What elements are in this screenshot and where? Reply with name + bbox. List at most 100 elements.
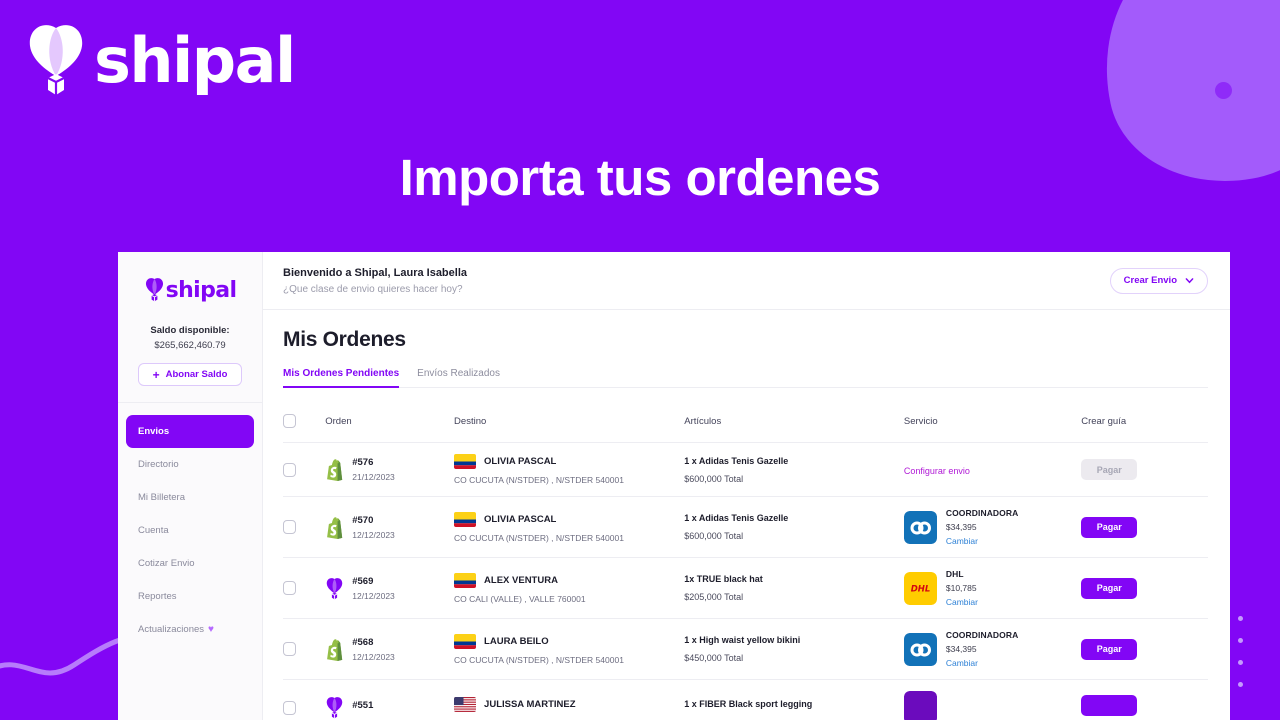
table-header-row: Orden Destino Artículos Servicio Crear g… xyxy=(283,400,1208,443)
pay-button[interactable]: Pagar xyxy=(1081,516,1138,538)
items-cell: 1 x Adidas Tenis Gazelle $600,000 Total xyxy=(684,442,904,497)
pay-button[interactable]: Pagar xyxy=(1081,577,1138,599)
carrier-price: $10,785 xyxy=(945,583,977,593)
configure-shipment-link[interactable]: Configurar envio xyxy=(904,466,970,476)
recipient-address: CO CUCUTA (N/STDER) , N/STDER 540001 xyxy=(454,654,624,665)
sidebar-nav: Envios Directorio Mi Billetera Cuenta Co… xyxy=(118,415,262,646)
change-carrier-link[interactable]: Cambiar xyxy=(946,536,1019,546)
select-all-cell xyxy=(283,400,326,443)
welcome-subtitle: ¿Que clase de envio quieres hacer hoy? xyxy=(283,283,463,295)
recipient-address: CO CUCUTA (N/STDER) , N/STDER 540001 xyxy=(454,532,624,543)
app-window: shipal Saldo disponible: $265,662,460.79… xyxy=(118,252,1230,720)
flag-colombia-icon xyxy=(454,454,477,469)
orders-table: Orden Destino Artículos Servicio Crear g… xyxy=(283,400,1208,720)
pay-button[interactable] xyxy=(1081,694,1138,716)
order-date: 12/12/2023 xyxy=(352,529,395,540)
pay-button[interactable]: Pagar xyxy=(1081,638,1138,660)
add-funds-button[interactable]: + Abonar Saldo xyxy=(138,363,242,386)
row-select-cell xyxy=(283,557,326,619)
carrier-name: DHL xyxy=(945,569,964,579)
row-checkbox[interactable] xyxy=(283,642,296,656)
column-header-servicio: Servicio xyxy=(903,400,1082,443)
service-cell: COORDINADORA $34,395 Cambiar xyxy=(903,618,1082,680)
carrier-details: COORDINADORA $34,395 Cambiar xyxy=(946,630,1019,668)
carrier-price: $34,395 xyxy=(945,522,977,532)
add-funds-label: Abonar Saldo xyxy=(165,369,228,380)
order-number: #569 xyxy=(352,575,374,587)
create-guide-cell: Pagar xyxy=(1081,442,1208,497)
row-checkbox[interactable] xyxy=(283,700,296,715)
row-checkbox[interactable] xyxy=(283,520,296,534)
destination-cell: OLIVIA PASCAL CO CUCUTA (N/STDER) , N/STD… xyxy=(454,442,685,497)
create-guide-cell: Pagar xyxy=(1081,618,1208,680)
sidebar-item-label: Mi Billetera xyxy=(138,492,185,503)
recipient-name: OLIVIA PASCAL xyxy=(484,456,557,467)
destination-cell: JULISSA MARTINEZ xyxy=(454,679,685,720)
welcome-block: Bienvenido a Shipal, Laura Isabella ¿Que… xyxy=(283,267,467,295)
sidebar-item-envios[interactable]: Envios xyxy=(126,415,254,448)
coordinadora-icon xyxy=(903,510,937,544)
balance-label: Saldo disponible: xyxy=(150,325,230,336)
carrier-cell xyxy=(903,691,1081,720)
sidebar-item-label: Envios xyxy=(138,426,170,437)
sidebar-brand-text: shipal xyxy=(165,277,237,303)
sidebar-item-cotizar-envio[interactable]: Cotizar Envio xyxy=(126,547,254,580)
flag-colombia-icon xyxy=(454,572,477,588)
change-carrier-link[interactable]: Cambiar xyxy=(946,597,978,607)
top-bar: Bienvenido a Shipal, Laura Isabella ¿Que… xyxy=(263,252,1230,310)
order-number: #570 xyxy=(352,514,374,526)
table-row: #569 12/12/2023 ALEX VENTURA CO CALI (VALLE… xyxy=(283,557,1208,619)
item-description: 1x TRUE black hat xyxy=(684,574,763,584)
create-guide-cell xyxy=(1081,679,1208,720)
sidebar-item-mi-billetera[interactable]: Mi Billetera xyxy=(126,481,254,514)
carrier-cell: COORDINADORA $34,395 Cambiar xyxy=(903,508,1081,546)
shopify-icon xyxy=(327,459,343,481)
hero-logo: shipal xyxy=(24,22,296,100)
sidebar: shipal Saldo disponible: $265,662,460.79… xyxy=(118,252,263,720)
sidebar-item-reportes[interactable]: Reportes xyxy=(126,580,254,613)
balance-value: $265,662,460.79 xyxy=(154,340,226,351)
carrier-price: $34,395 xyxy=(945,644,977,654)
tab-mis-ordenes-pendientes[interactable]: Mis Ordenes Pendientes xyxy=(283,368,400,388)
sidebar-logo[interactable]: shipal xyxy=(118,268,262,312)
order-date: 12/12/2023 xyxy=(352,590,395,601)
destination-cell: OLIVIA PASCAL CO CUCUTA (N/STDER) , N/STD… xyxy=(454,496,685,558)
row-checkbox[interactable] xyxy=(283,581,296,595)
create-guide-cell: Pagar xyxy=(1081,496,1208,558)
table-row: #570 12/12/2023 OLIVIA PASCAL CO CUCUTA (N/… xyxy=(283,496,1208,558)
row-checkbox[interactable] xyxy=(283,462,296,477)
recipient-name: ALEX VENTURA xyxy=(484,574,558,586)
order-date: 21/12/2023 xyxy=(352,472,395,482)
tab-envios-realizados[interactable]: Envíos Realizados xyxy=(417,368,500,387)
order-cell: #551 xyxy=(325,679,455,720)
column-header-destino: Destino xyxy=(454,400,685,443)
carrier-cell: COORDINADORA $34,395 Cambiar xyxy=(903,630,1081,668)
flag-us-icon xyxy=(454,697,477,712)
items-cell: 1 x Adidas Tenis Gazelle $600,000 Total xyxy=(684,496,904,558)
carrier-cell: DHL DHL $10,785 Cambiar xyxy=(903,569,1081,607)
items-cell: 1 x High waist yellow bikini $450,000 Tot… xyxy=(684,618,904,680)
sidebar-item-cuenta[interactable]: Cuenta xyxy=(126,514,254,547)
orders-table-head: Orden Destino Artículos Servicio Crear g… xyxy=(283,400,1208,443)
create-shipment-button[interactable]: Crear Envio xyxy=(1109,267,1208,294)
table-row: #576 21/12/2023 OLIVIA PASCAL CO CUCUTA (N/… xyxy=(283,442,1208,497)
row-select-cell xyxy=(283,442,326,497)
recipient-name: OLIVIA PASCAL xyxy=(484,513,557,525)
tab-label: Mis Ordenes Pendientes xyxy=(283,368,400,379)
change-carrier-link[interactable]: Cambiar xyxy=(946,658,1019,668)
order-cell: #570 12/12/2023 xyxy=(325,496,455,558)
sidebar-item-directorio[interactable]: Directorio xyxy=(126,448,254,481)
create-shipment-label: Crear Envio xyxy=(1123,275,1177,286)
service-cell xyxy=(903,679,1082,720)
orders-table-body: #576 21/12/2023 OLIVIA PASCAL CO CUCUTA (N/… xyxy=(283,442,1208,720)
balloon-package-icon xyxy=(29,25,83,95)
destination-cell: LAURA BEILO CO CUCUTA (N/STDER) , N/STDER… xyxy=(454,618,685,680)
content-area: Mis Ordenes Mis Ordenes Pendientes Envío… xyxy=(263,310,1230,720)
carrier-name: COORDINADORA xyxy=(945,630,1019,640)
select-all-checkbox[interactable] xyxy=(283,414,296,428)
sidebar-item-actualizaciones[interactable]: Actualizaciones ♥ xyxy=(126,613,254,646)
purple-carrier-icon xyxy=(903,691,937,720)
order-number: #551 xyxy=(352,700,374,711)
plus-icon: + xyxy=(152,367,160,382)
shipal-balloon-icon xyxy=(326,577,343,599)
